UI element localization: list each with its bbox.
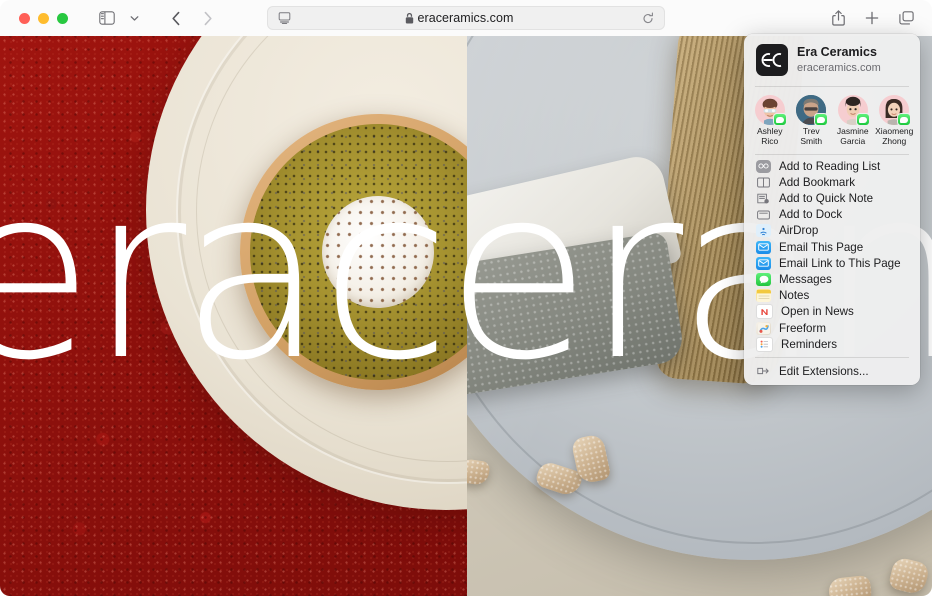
sidebar-controls — [94, 6, 147, 30]
share-actions-list: Add to Reading List Add Bookmark Add to … — [744, 155, 920, 352]
share-site-title: Era Ceramics — [797, 45, 877, 60]
safari-window: eraceramics.com eracer Era Ceramics erac… — [0, 0, 932, 596]
bowl-center-speckle — [322, 196, 434, 308]
new-tab-icon[interactable] — [859, 6, 885, 30]
notes-icon — [756, 289, 771, 303]
menu-item-label: Open in News — [781, 305, 854, 319]
news-icon — [756, 304, 773, 320]
zoom-window-button[interactable] — [57, 12, 68, 24]
mail-icon — [756, 256, 771, 270]
navigation-controls — [163, 6, 221, 30]
menu-item-edit-extensions[interactable]: Edit Extensions... — [744, 363, 920, 379]
share-contact-ashley-rico[interactable]: Ashley Rico — [749, 95, 791, 146]
minimize-window-button[interactable] — [38, 12, 49, 24]
menu-item-label: Add to Quick Note — [779, 192, 874, 205]
pebble — [827, 574, 873, 596]
dock-icon — [756, 208, 771, 221]
avatar-wrapper — [754, 95, 787, 126]
bookmark-icon — [756, 176, 771, 189]
share-menu-popover: Era Ceramics eraceramics.com Ashley Rico… — [744, 34, 920, 386]
menu-item-freeform[interactable]: Freeform — [744, 320, 920, 336]
menu-item-add-bookmark[interactable]: Add Bookmark — [744, 174, 920, 190]
menu-item-label: Email This Page — [779, 240, 864, 254]
forward-button[interactable] — [195, 6, 221, 30]
share-site-domain: eraceramics.com — [797, 61, 881, 74]
avatar-wrapper — [796, 95, 829, 126]
share-contact-jasmine-garcia[interactable]: Jasmine Garcia — [832, 95, 874, 146]
menu-item-label: AirDrop — [779, 224, 819, 238]
menu-item-add-to-reading-list[interactable]: Add to Reading List — [744, 158, 920, 174]
menu-item-label: Add Bookmark — [779, 175, 856, 189]
popover-arrow — [848, 34, 864, 35]
menu-item-label: Reminders — [781, 337, 838, 351]
messages-badge-icon — [897, 113, 912, 126]
pebble — [887, 556, 931, 596]
mail-icon — [756, 240, 771, 254]
hero-photo-left — [0, 36, 467, 596]
url-display[interactable]: eraceramics.com — [281, 11, 637, 25]
share-icon[interactable] — [825, 6, 851, 30]
menu-item-airdrop[interactable]: AirDrop — [744, 223, 920, 239]
menu-item-add-to-quick-note[interactable]: Add to Quick Note — [744, 190, 920, 206]
quick-note-icon — [756, 192, 771, 205]
menu-item-open-in-news[interactable]: Open in News — [744, 304, 920, 320]
address-bar[interactable]: eraceramics.com — [267, 6, 665, 30]
messages-badge-icon — [814, 113, 829, 126]
reminders-icon — [756, 336, 773, 352]
messages-icon — [756, 272, 771, 286]
url-text: eraceramics.com — [417, 11, 514, 25]
reading-glasses-icon — [756, 159, 771, 173]
share-contact-trev-smith[interactable]: Trev Smith — [791, 95, 833, 146]
menu-item-label: Email Link to This Page — [779, 256, 901, 270]
close-window-button[interactable] — [19, 12, 30, 24]
lock-icon — [405, 12, 414, 24]
share-contacts-row: Ashley Rico Trev Smith Jasmine Garcia Xi… — [744, 87, 920, 153]
menu-item-label: Notes — [779, 289, 810, 303]
avatar-wrapper — [837, 95, 870, 126]
reload-icon[interactable] — [637, 9, 659, 27]
menu-item-reminders[interactable]: Reminders — [744, 336, 920, 352]
contact-name: Trev Smith — [800, 126, 823, 146]
avatar-wrapper — [879, 95, 912, 126]
sidebar-dropdown-button[interactable] — [121, 6, 147, 30]
menu-item-email-link-to-this-page[interactable]: Email Link to This Page — [744, 255, 920, 271]
contact-name: Ashley Rico — [756, 126, 783, 146]
pebble — [467, 458, 491, 486]
browser-toolbar: eraceramics.com — [0, 0, 932, 36]
menu-item-label: Messages — [779, 272, 832, 286]
sidebar-toggle-button[interactable] — [94, 6, 120, 30]
menu-item-label: Add to Reading List — [779, 159, 881, 173]
contact-name: Jasmine Garcia — [836, 126, 869, 146]
menu-item-label: Edit Extensions... — [779, 364, 869, 378]
era-ceramics-logo-icon — [756, 44, 788, 76]
share-site-meta: Era Ceramics eraceramics.com — [797, 45, 881, 75]
contact-name: Xiaomeng Zhong — [875, 126, 914, 146]
menu-item-label: Add to Dock — [779, 208, 843, 222]
toolbar-right-actions — [825, 6, 919, 30]
window-controls — [19, 12, 68, 24]
back-button[interactable] — [163, 6, 189, 30]
menu-item-add-to-dock[interactable]: Add to Dock — [744, 207, 920, 223]
divider — [755, 357, 909, 359]
extensions-icon — [756, 365, 771, 378]
airdrop-icon — [756, 224, 771, 238]
menu-item-notes[interactable]: Notes — [744, 288, 920, 304]
menu-item-messages[interactable]: Messages — [744, 271, 920, 287]
messages-badge-icon — [855, 113, 870, 126]
menu-item-label: Freeform — [779, 321, 827, 335]
share-contact-xiaomeng-zhong[interactable]: Xiaomeng Zhong — [874, 95, 916, 146]
menu-item-email-this-page[interactable]: Email This Page — [744, 239, 920, 255]
messages-badge-icon — [772, 113, 787, 126]
tab-overview-icon[interactable] — [893, 6, 919, 30]
freeform-icon — [756, 321, 771, 335]
share-site-header: Era Ceramics eraceramics.com — [744, 34, 920, 85]
